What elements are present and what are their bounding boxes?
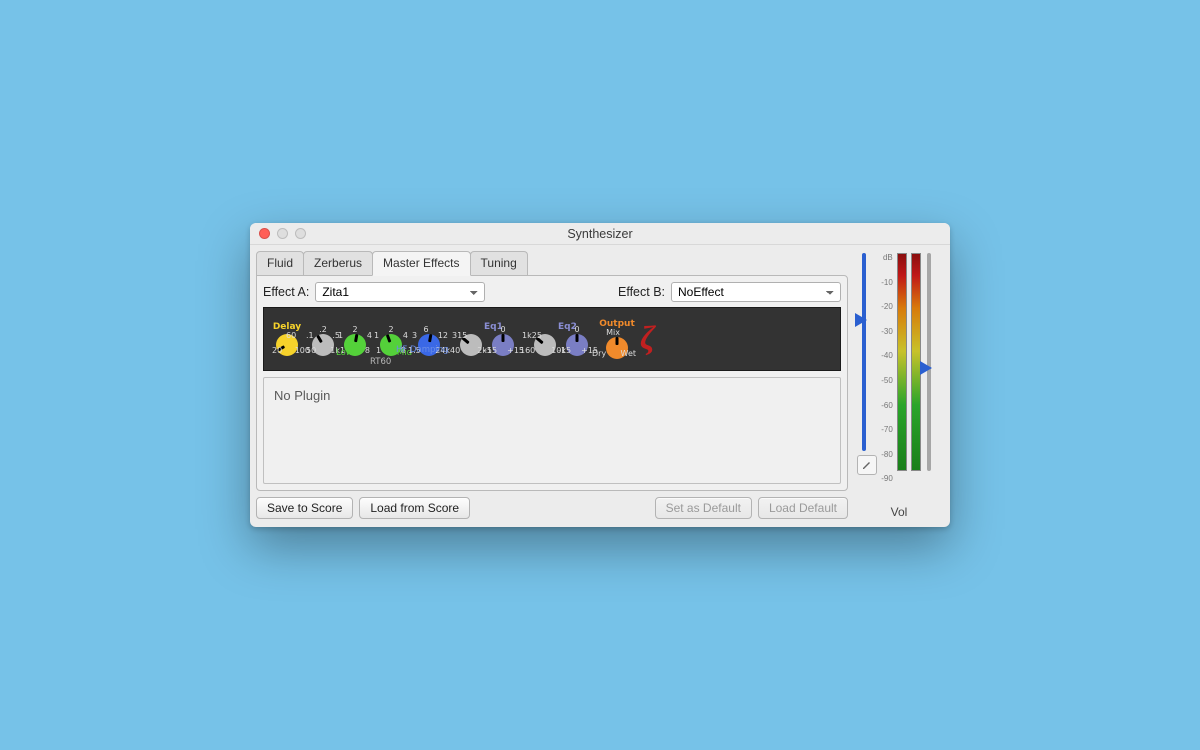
volume-rail: dB -10 -20 -30 -40 -50 -60 -70 -80 -90 V… (854, 251, 944, 519)
zoom-icon[interactable] (295, 228, 306, 239)
save-to-score-button[interactable]: Save to Score (256, 497, 353, 519)
effect-b-label: Effect B: (618, 285, 665, 299)
set-as-default-button[interactable]: Set as Default (655, 497, 752, 519)
zita-reverb-panel: Delay 60 20 100 .2 .1 .5 50 1k (263, 307, 841, 371)
synthesizer-window: Synthesizer Fluid Zerberus Master Effect… (250, 223, 950, 527)
tab-bar: Fluid Zerberus Master Effects Tuning (256, 251, 848, 275)
volume-slider[interactable] (927, 253, 931, 471)
titlebar[interactable]: Synthesizer (250, 223, 950, 245)
effect-b-select[interactable]: NoEffect (671, 282, 841, 302)
close-icon[interactable] (259, 228, 270, 239)
effect-b-panel: No Plugin (263, 377, 841, 484)
tab-tuning[interactable]: Tuning (470, 251, 528, 275)
edit-icon[interactable] (857, 455, 877, 475)
load-default-button[interactable]: Load Default (758, 497, 848, 519)
window-title: Synthesizer (250, 227, 950, 241)
mix-label: Mix (606, 329, 620, 337)
rt60-label: RT60 (370, 357, 391, 367)
tab-master-effects[interactable]: Master Effects (372, 251, 470, 276)
tab-fluid[interactable]: Fluid (256, 251, 304, 275)
zeta-logo: ζ (634, 320, 661, 358)
meter-scale: dB -10 -20 -30 -40 -50 -60 -70 -80 -90 (881, 253, 893, 501)
tab-zerberus[interactable]: Zerberus (303, 251, 373, 275)
effect-a-label: Effect A: (263, 285, 309, 299)
effect-a-select[interactable]: Zita1 (315, 282, 485, 302)
minimize-icon[interactable] (277, 228, 288, 239)
rt60-low-label: Low (336, 349, 353, 358)
no-plugin-label: No Plugin (274, 388, 330, 403)
gain-slider[interactable] (862, 253, 866, 451)
master-effects-panel: Effect A: Zita1 Effect B: NoEffect Delay (256, 275, 848, 491)
level-meter-left (897, 253, 907, 471)
window-controls (250, 228, 306, 239)
hf-damping-label: HF Damping (396, 346, 449, 355)
load-from-score-button[interactable]: Load from Score (359, 497, 470, 519)
vol-label: Vol (891, 505, 908, 519)
volume-slider-thumb[interactable] (920, 361, 932, 375)
gain-slider-thumb[interactable] (855, 313, 867, 327)
bottom-toolbar: Save to Score Load from Score Set as Def… (256, 497, 848, 519)
